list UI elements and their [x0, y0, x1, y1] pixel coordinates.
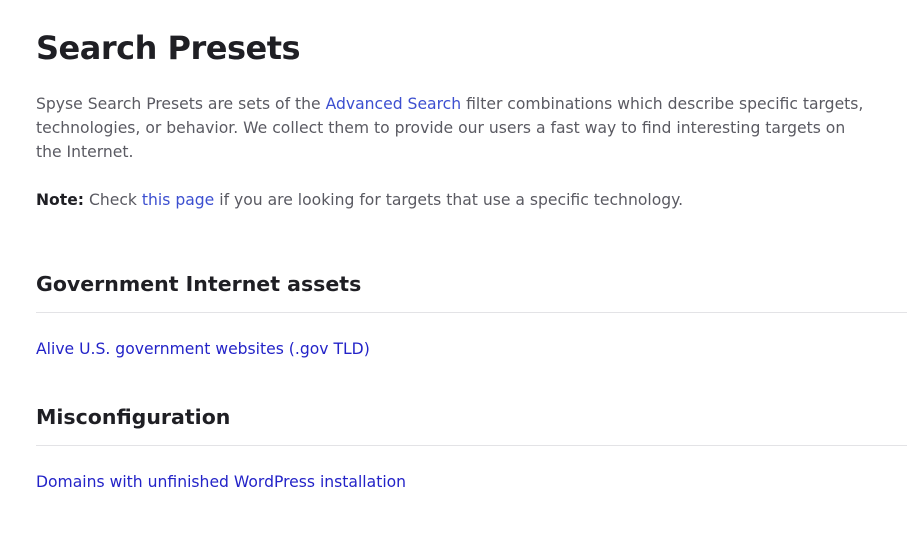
note-text-start: Check [84, 191, 142, 209]
this-page-link[interactable]: this page [142, 191, 214, 209]
note-text-end: if you are looking for targets that use … [214, 191, 684, 209]
preset-link-unfinished-wordpress[interactable]: Domains with unfinished WordPress instal… [36, 470, 406, 494]
section-heading-government: Government Internet assets [36, 272, 362, 296]
note-label: Note: [36, 191, 85, 209]
section-divider [36, 312, 907, 313]
preset-link-gov-websites[interactable]: Alive U.S. government websites (.gov TLD… [36, 337, 370, 361]
intro-text-start: Spyse Search Presets are sets of the [36, 95, 326, 113]
intro-paragraph: Spyse Search Presets are sets of the Adv… [36, 92, 866, 164]
note-paragraph: Note: Check this page if you are looking… [36, 188, 683, 212]
page-title: Search Presets [36, 29, 301, 67]
section-divider [36, 445, 907, 446]
section-heading-misconfiguration: Misconfiguration [36, 405, 231, 429]
advanced-search-link[interactable]: Advanced Search [326, 95, 462, 113]
